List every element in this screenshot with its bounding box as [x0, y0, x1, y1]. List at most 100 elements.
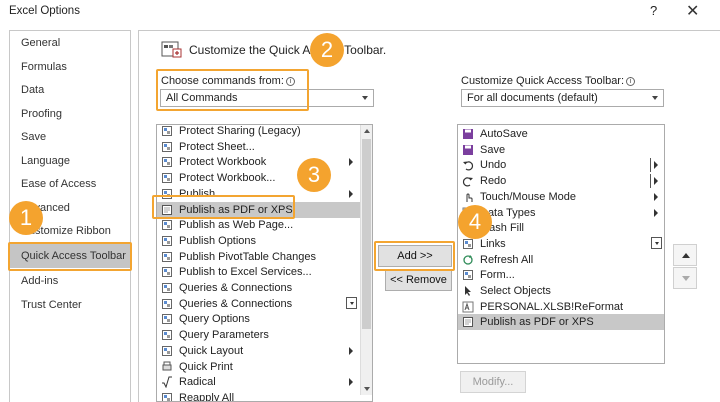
list-item-label: Publish to Excel Services...: [179, 266, 312, 279]
nav-item-data[interactable]: Data: [10, 78, 130, 102]
list-item[interactable]: Query Options: [157, 311, 360, 327]
list-item[interactable]: Publish PivotTable Changes: [157, 249, 360, 265]
list-item[interactable]: Publish: [157, 186, 360, 202]
list-item[interactable]: Publish as PDF or XPS: [157, 201, 360, 218]
protect-workbook-dialog-icon: [162, 173, 172, 184]
list-item[interactable]: Reapply All: [157, 390, 360, 402]
move-up-button[interactable]: [673, 244, 697, 266]
scroll-down-icon[interactable]: [361, 382, 372, 395]
list-item-label: Quick Layout: [179, 344, 244, 357]
callout-2: 2: [310, 33, 344, 67]
list-item[interactable]: Touch/Mouse Mode: [458, 189, 664, 205]
list-item[interactable]: Protect Sheet...: [157, 139, 360, 155]
list-item[interactable]: Redo: [458, 173, 664, 189]
info-icon: i: [626, 77, 636, 86]
list-item[interactable]: Refresh All: [458, 252, 664, 268]
form-icon: [463, 270, 473, 281]
customize-toolbar-label: Customize Quick Access Toolbar: i: [461, 75, 636, 87]
modify-button[interactable]: Modify...: [460, 371, 526, 393]
window-title: Excel Options: [9, 5, 80, 17]
list-item-label: Queries & Connections: [179, 297, 293, 310]
choose-commands-dropdown[interactable]: All Commands: [160, 89, 374, 107]
add-button[interactable]: Add >>: [378, 245, 452, 267]
info-icon: i: [285, 77, 295, 86]
submenu-arrow-icon: [349, 158, 353, 167]
nav-item-general[interactable]: General: [10, 31, 130, 55]
list-item-label: Reapply All: [179, 391, 235, 402]
submenu-arrow-icon: [654, 177, 658, 186]
list-item-label: Redo: [480, 175, 507, 188]
submenu-arrow-icon: [349, 378, 353, 387]
help-button[interactable]: ?: [650, 3, 657, 18]
list-item-label: Publish as Web Page...: [179, 219, 294, 232]
links-icon: [463, 238, 473, 249]
chevron-down-icon: [362, 96, 368, 100]
customize-toolbar-dropdown[interactable]: For all documents (default): [461, 89, 664, 107]
callout-4: 4: [458, 205, 492, 239]
list-item[interactable]: Form...: [458, 267, 664, 283]
list-item[interactable]: Quick Layout: [157, 343, 360, 359]
callout-1: 1: [9, 201, 43, 235]
title-bar: Excel Options ? ✕: [0, 0, 720, 24]
commands-list[interactable]: Protect Sharing (Legacy) Protect Sheet...…: [156, 124, 373, 402]
reapply-icon: [162, 392, 172, 401]
submenu-arrow-icon: [654, 208, 658, 217]
list-item-label: AutoSave: [480, 128, 528, 140]
list-item-label: Links: [480, 237, 506, 250]
protect-workbook-icon: [162, 157, 172, 168]
list-item-label: Protect Workbook: [179, 156, 267, 169]
nav-item-add-ins[interactable]: Add-ins: [10, 269, 130, 293]
list-item-label: Quick Print: [179, 360, 233, 373]
nav-item-quick-access-toolbar[interactable]: Quick Access Toolbar: [10, 244, 130, 268]
remove-button[interactable]: << Remove: [385, 269, 452, 291]
close-button[interactable]: ✕: [686, 1, 699, 21]
list-item[interactable]: Undo: [458, 157, 664, 173]
nav-item-proofing[interactable]: Proofing: [10, 102, 130, 126]
chevron-down-icon: [652, 96, 658, 100]
list-item[interactable]: Radical: [157, 374, 360, 390]
scroll-up-icon[interactable]: [361, 125, 372, 138]
queries-icon: [162, 298, 172, 309]
list-item[interactable]: Publish as PDF or XPS: [458, 314, 664, 331]
toolbar-commands-list[interactable]: AutoSave Save Undo Redo Touch/Mouse Mode Data…: [457, 124, 665, 364]
split-divider: [650, 158, 651, 173]
nav-item-save[interactable]: Save: [10, 125, 130, 149]
list-item-label: PERSONAL.XLSB!ReFormat: [480, 300, 624, 313]
list-item[interactable]: Queries & Connections: [157, 280, 360, 296]
redo-icon: [462, 177, 473, 187]
pdf-icon: [463, 317, 473, 328]
save-icon: [463, 144, 473, 155]
list-item[interactable]: Publish as Web Page...: [157, 217, 360, 233]
publish-options-icon: [162, 235, 172, 246]
list-item[interactable]: AutoSave: [458, 126, 664, 142]
list-item[interactable]: Publish to Excel Services...: [157, 264, 360, 280]
list-item-label: Publish: [179, 187, 216, 200]
commands-scrollbar[interactable]: [360, 125, 372, 395]
list-item-label: Undo: [480, 159, 507, 172]
list-item[interactable]: Links: [458, 236, 664, 252]
list-item[interactable]: Query Parameters: [157, 327, 360, 343]
submenu-arrow-icon: [654, 192, 658, 201]
list-item[interactable]: PERSONAL.XLSB!ReFormat: [458, 299, 664, 315]
list-item-label: Query Parameters: [179, 329, 269, 342]
nav-item-formulas[interactable]: Formulas: [10, 55, 130, 79]
list-item[interactable]: Publish Options: [157, 233, 360, 249]
scroll-thumb[interactable]: [362, 139, 371, 329]
pdf-icon: [162, 204, 172, 215]
list-item-label: Queries & Connections: [179, 282, 293, 294]
move-down-button[interactable]: [673, 267, 697, 289]
nav-item-trust-center[interactable]: Trust Center: [10, 293, 130, 317]
section-heading: Customize the Quick Access Toolbar.: [189, 43, 387, 57]
nav-item-language[interactable]: Language: [10, 149, 130, 173]
list-item[interactable]: Queries & Connections: [157, 296, 360, 312]
radical-icon: [162, 376, 172, 389]
list-item[interactable]: Select Objects: [458, 283, 664, 299]
list-item[interactable]: Save: [458, 142, 664, 158]
list-item-label: Query Options: [179, 313, 250, 326]
undo-icon: [463, 161, 474, 171]
nav-item-ease-of-access[interactable]: Ease of Access: [10, 172, 130, 196]
list-item[interactable]: Protect Sharing (Legacy): [157, 125, 360, 139]
list-item[interactable]: Quick Print: [157, 359, 360, 375]
submenu-arrow-icon: [349, 189, 353, 198]
list-item-label: Save: [480, 143, 506, 156]
